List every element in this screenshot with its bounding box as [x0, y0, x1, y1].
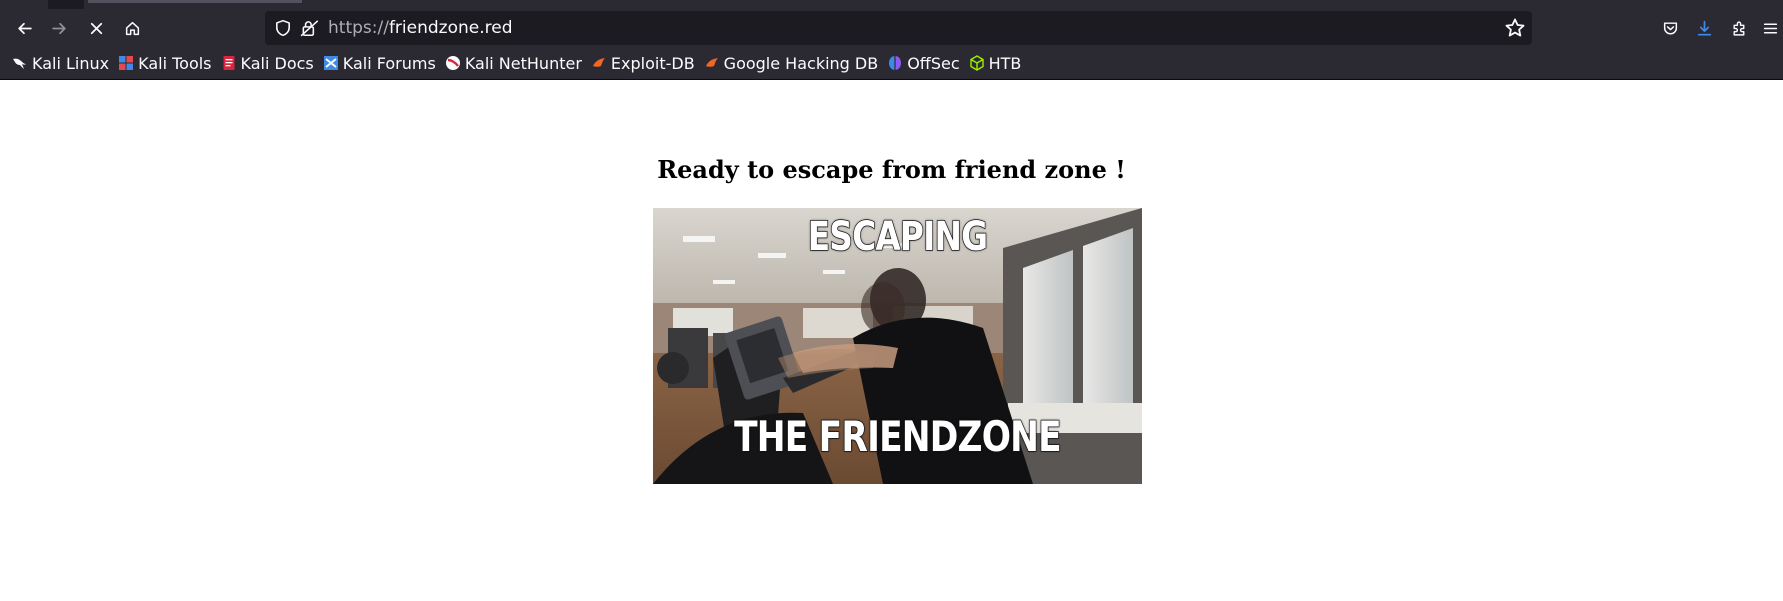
bookmark-kali-docs[interactable]: Kali Docs — [217, 51, 319, 75]
navigation-toolbar: https://friendzone.red — [0, 9, 1783, 45]
bookmark-htb[interactable]: HTB — [965, 51, 1027, 75]
address-bar[interactable]: https://friendzone.red — [265, 11, 1532, 45]
bookmark-label: Kali Docs — [240, 53, 314, 73]
download-icon — [1697, 20, 1711, 36]
downloads-button[interactable] — [1689, 13, 1719, 43]
url-scheme: https:// — [328, 18, 389, 38]
insecure-lock-icon[interactable] — [300, 19, 320, 37]
htb-cube-icon — [969, 55, 984, 71]
shield-icon[interactable] — [274, 19, 292, 37]
browser-chrome: https://friendzone.red Kali Linux Kali T… — [0, 0, 1783, 80]
stop-loading-button[interactable] — [81, 13, 111, 43]
web-page-content: Ready to escape from friend zone ! ESCAP… — [0, 81, 1783, 601]
offsec-icon — [889, 56, 902, 70]
bookmarks-toolbar: Kali Linux Kali Tools Kali Docs Kali For… — [0, 49, 1783, 77]
bookmark-exploit-db[interactable]: Exploit-DB — [587, 51, 700, 75]
bookmark-label: Kali Forums — [342, 53, 436, 73]
bookmark-label: Kali Linux — [32, 53, 110, 73]
kali-dragon-icon — [13, 58, 26, 69]
close-icon — [90, 22, 102, 34]
kali-nethunter-icon — [445, 56, 460, 70]
bookmark-label: Exploit-DB — [610, 53, 695, 73]
puzzle-icon — [1732, 21, 1744, 36]
bookmark-label: HTB — [988, 53, 1022, 73]
back-button[interactable] — [9, 13, 39, 43]
page-heading: Ready to escape from friend zone ! — [657, 155, 1126, 184]
forward-arrow-icon — [51, 22, 66, 34]
meme-bottom-caption: THE FRIENDZONE — [733, 411, 1062, 462]
home-icon — [125, 21, 139, 35]
back-arrow-icon — [17, 22, 32, 34]
bookmark-star-icon[interactable] — [1504, 17, 1526, 39]
bookmark-offsec[interactable]: OffSec — [883, 51, 964, 75]
bookmark-kali-linux[interactable]: Kali Linux — [8, 51, 114, 75]
meme-top-caption: ESCAPING — [807, 213, 989, 261]
hamburger-menu-icon — [1763, 22, 1777, 34]
pocket-button[interactable] — [1655, 13, 1685, 43]
kali-tools-icon — [119, 56, 134, 70]
meme-image: ESCAPING THE FRIENDZONE — [653, 208, 1142, 484]
active-tab-indicator[interactable] — [88, 0, 302, 3]
bookmark-label: Kali NetHunter — [464, 53, 582, 73]
menu-button[interactable] — [1757, 13, 1783, 43]
home-button[interactable] — [117, 13, 147, 43]
bookmark-kali-nethunter[interactable]: Kali NetHunter — [441, 51, 587, 75]
exploit-db-icon — [592, 58, 605, 67]
ghdb-icon — [705, 58, 718, 67]
pocket-icon — [1663, 21, 1677, 35]
kali-forums-icon — [323, 56, 338, 70]
bookmark-kali-forums[interactable]: Kali Forums — [319, 51, 441, 75]
forward-button[interactable] — [44, 13, 74, 43]
bookmark-label: OffSec — [907, 53, 960, 73]
bookmark-label: Google Hacking DB — [723, 53, 879, 73]
bookmark-google-hacking-db[interactable]: Google Hacking DB — [700, 51, 884, 75]
tab-strip — [0, 0, 1783, 9]
extensions-button[interactable] — [1724, 13, 1754, 43]
bookmark-kali-tools[interactable]: Kali Tools — [114, 51, 216, 75]
kali-docs-icon — [223, 56, 235, 70]
url-host: friendzone.red — [388, 18, 513, 38]
bookmark-label: Kali Tools — [138, 53, 212, 73]
url-text[interactable]: https://friendzone.red — [328, 17, 513, 39]
